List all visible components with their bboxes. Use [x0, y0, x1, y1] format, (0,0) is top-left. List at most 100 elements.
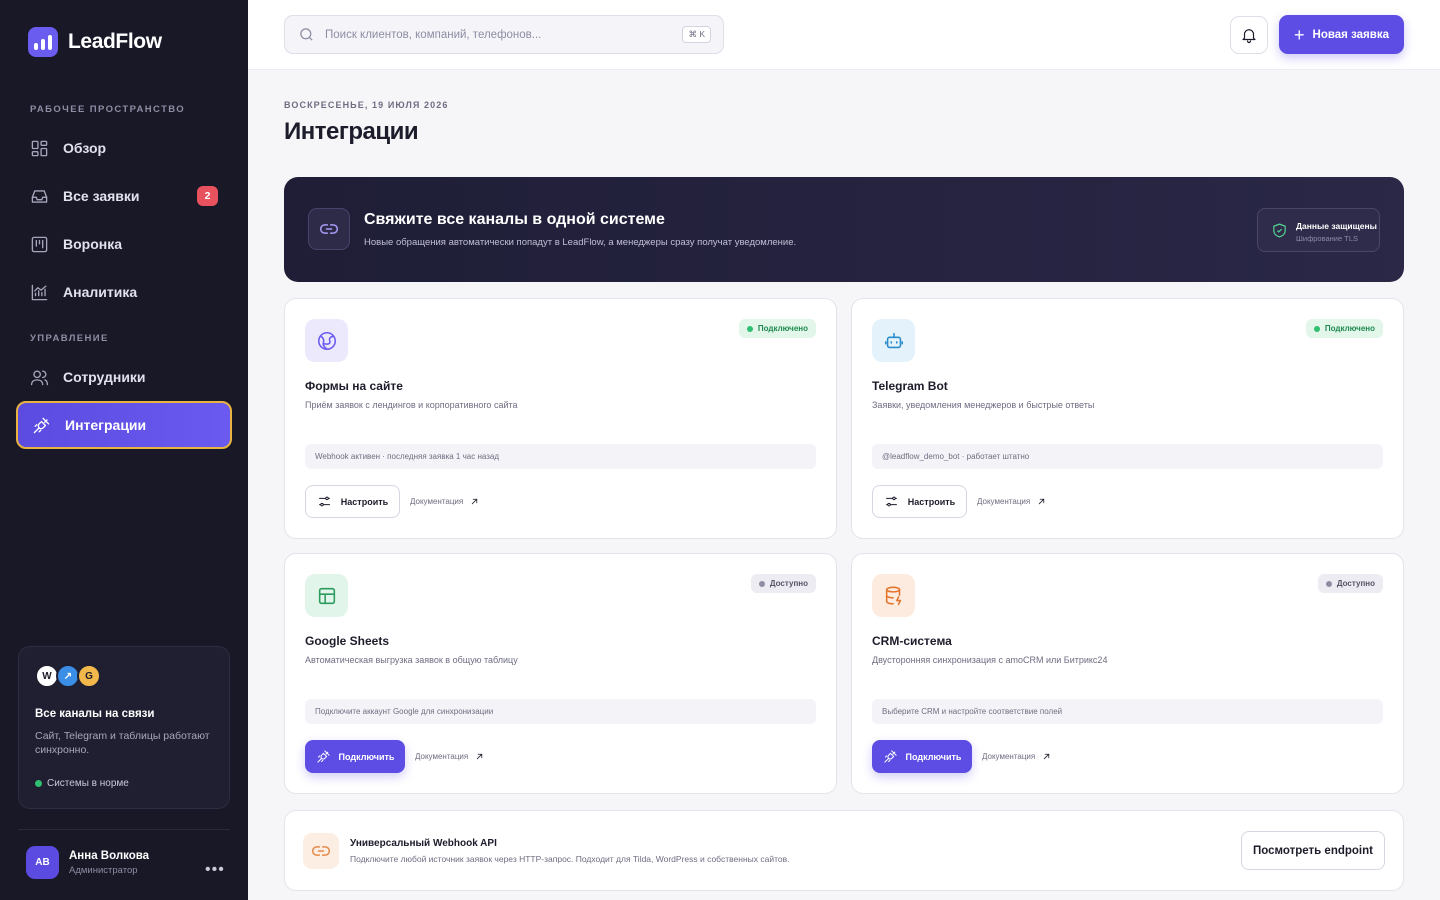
- sliders-icon: [318, 496, 330, 507]
- sidebar-item-analytics[interactable]: Аналитика: [16, 268, 232, 316]
- kanban-icon: [31, 236, 48, 252]
- integration-info: Подключите аккаунт Google для синхрониза…: [305, 699, 816, 724]
- inbox-icon: [31, 189, 48, 203]
- notifications-button[interactable]: [1230, 16, 1268, 54]
- security-subtitle: Шифрование TLS: [1296, 234, 1358, 243]
- webhook-title: Универсальный Webhook API: [350, 838, 497, 849]
- connect-button[interactable]: Подключить: [305, 740, 405, 773]
- globe-icon: [305, 319, 348, 362]
- database-icon: [872, 574, 915, 617]
- documentation-label: Документация: [982, 752, 1036, 761]
- integration-info: Выберите CRM и настройте соответствие по…: [872, 699, 1383, 724]
- status-badge: Доступно: [1317, 574, 1383, 593]
- webhook-api-card: Универсальный Webhook API Подключите люб…: [284, 810, 1404, 891]
- status-badge: Подключено: [738, 319, 816, 338]
- plus-icon: +: [1294, 24, 1305, 45]
- sidebar-item-label: Сотрудники: [63, 369, 146, 385]
- bot-icon: [872, 319, 915, 362]
- status-badge: Подключено: [1305, 319, 1383, 338]
- documentation-label: Документация: [410, 497, 464, 506]
- integration-title: Формы на сайте: [305, 379, 403, 393]
- integration-title: Telegram Bot: [872, 379, 948, 393]
- search-input[interactable]: [325, 28, 665, 41]
- integration-info: Webhook активен · последняя заявка 1 час…: [305, 444, 816, 469]
- security-badge: Данные защищены Шифрование TLS: [1257, 208, 1380, 252]
- status-badge: Доступно: [750, 574, 816, 593]
- nav-section-management: УПРАВЛЕНИЕ: [30, 333, 109, 344]
- avatar: G: [77, 664, 101, 688]
- integration-title: Google Sheets: [305, 634, 390, 648]
- logo-icon: [28, 27, 58, 57]
- sidebar-item-overview[interactable]: Обзор: [16, 124, 232, 172]
- sidebar-item-funnel[interactable]: Воронка: [16, 220, 232, 268]
- view-endpoint-button[interactable]: Посмотреть endpoint: [1241, 831, 1385, 870]
- integration-info: @leadflow_demo_bot · работает штатно: [872, 444, 1383, 469]
- nav-section-workspace: РАБОЧЕЕ ПРОСТРАНСТВО: [30, 104, 186, 115]
- configure-label: Настроить: [340, 496, 389, 507]
- system-status-label: Системы в норме: [47, 778, 129, 789]
- configure-button[interactable]: Настроить: [872, 485, 967, 518]
- integration-title: CRM-система: [872, 634, 952, 648]
- app-name: LeadFlow: [68, 30, 162, 53]
- integrations-hero-banner: Свяжите все каналы в одной системе Новые…: [284, 177, 1404, 282]
- integration-description: Заявки, уведомления менеджеров и быстрые…: [872, 400, 1095, 410]
- integration-card-telegram-bot: Подключено Telegram Bot Заявки, уведомле…: [851, 298, 1404, 539]
- configure-button[interactable]: Настроить: [305, 485, 400, 518]
- system-status: Системы в норме: [35, 778, 129, 789]
- promo-title: Все каналы на связи: [35, 708, 155, 720]
- current-date: ВОСКРЕСЕНЬЕ, 19 ИЮЛЯ 2026: [284, 100, 449, 110]
- topbar: ⌘ K + Новая заявка: [248, 0, 1440, 70]
- connect-label: Подключить: [338, 751, 395, 762]
- status-dot-icon: [35, 780, 42, 787]
- plug-icon: [316, 750, 330, 763]
- new-request-label: Новая заявка: [1312, 28, 1389, 41]
- users-icon: [30, 369, 49, 385]
- configure-label: Настроить: [907, 496, 956, 507]
- plug-icon: [33, 417, 50, 433]
- documentation-label: Документация: [977, 497, 1031, 506]
- sidebar-item-label: Аналитика: [63, 284, 138, 300]
- user-role: Администратор: [69, 864, 138, 876]
- sidebar-item-employees[interactable]: Сотрудники: [16, 353, 232, 401]
- external-arrow-icon: [1039, 498, 1045, 505]
- requests-count-badge: 2: [197, 186, 218, 206]
- user-name: Анна Волкова: [69, 849, 150, 862]
- external-arrow-icon: [472, 498, 478, 505]
- connect-button[interactable]: Подключить: [872, 740, 972, 773]
- shield-icon: [1273, 223, 1286, 238]
- external-arrow-icon: [477, 753, 483, 760]
- search-shortcut: ⌘ K: [682, 26, 711, 43]
- grid-icon: [31, 140, 48, 156]
- documentation-link[interactable]: Документация: [415, 751, 485, 762]
- documentation-link[interactable]: Документация: [410, 496, 480, 507]
- new-request-button[interactable]: + Новая заявка: [1279, 15, 1404, 54]
- integration-card-crm: Доступно CRM-система Двусторонняя синхро…: [851, 553, 1404, 794]
- logo[interactable]: LeadFlow: [28, 27, 162, 57]
- sidebar-item-label: Воронка: [63, 236, 123, 252]
- sidebar-item-integrations[interactable]: Интеграции: [16, 401, 232, 449]
- bell-icon: [1242, 29, 1256, 44]
- integration-description: Автоматическая выгрузка заявок в общую т…: [305, 655, 518, 665]
- search-icon: [300, 28, 313, 41]
- sidebar-item-all-requests[interactable]: Все заявки 2: [16, 172, 232, 220]
- chart-icon: [31, 284, 48, 300]
- promo-text: Сайт, Telegram и таблицы работают синхро…: [35, 730, 210, 756]
- hero-text: Новые обращения автоматически попадут в …: [364, 237, 797, 248]
- channels-promo-card: W ↗ G Все каналы на связи Сайт, Telegram…: [18, 646, 230, 809]
- sidebar-item-label: Интеграции: [65, 417, 147, 433]
- documentation-link[interactable]: Документация: [982, 751, 1052, 762]
- table-icon: [305, 574, 348, 617]
- security-title: Данные защищены: [1296, 221, 1377, 231]
- page-title: Интеграции: [284, 118, 419, 145]
- search-bar[interactable]: ⌘ K: [284, 15, 724, 54]
- user-profile[interactable]: АВ Анна Волкова Администратор: [26, 846, 149, 879]
- documentation-link[interactable]: Документация: [977, 496, 1047, 507]
- documentation-label: Документация: [415, 752, 469, 761]
- link-icon: [308, 208, 350, 250]
- channel-avatars: W ↗ G: [35, 664, 101, 688]
- link-icon: [303, 833, 339, 869]
- more-options-icon[interactable]: •••: [205, 861, 225, 879]
- integration-description: Приём заявок с лендингов и корпоративног…: [305, 400, 518, 410]
- sidebar-item-label: Все заявки: [63, 188, 140, 204]
- plug-icon: [883, 750, 897, 763]
